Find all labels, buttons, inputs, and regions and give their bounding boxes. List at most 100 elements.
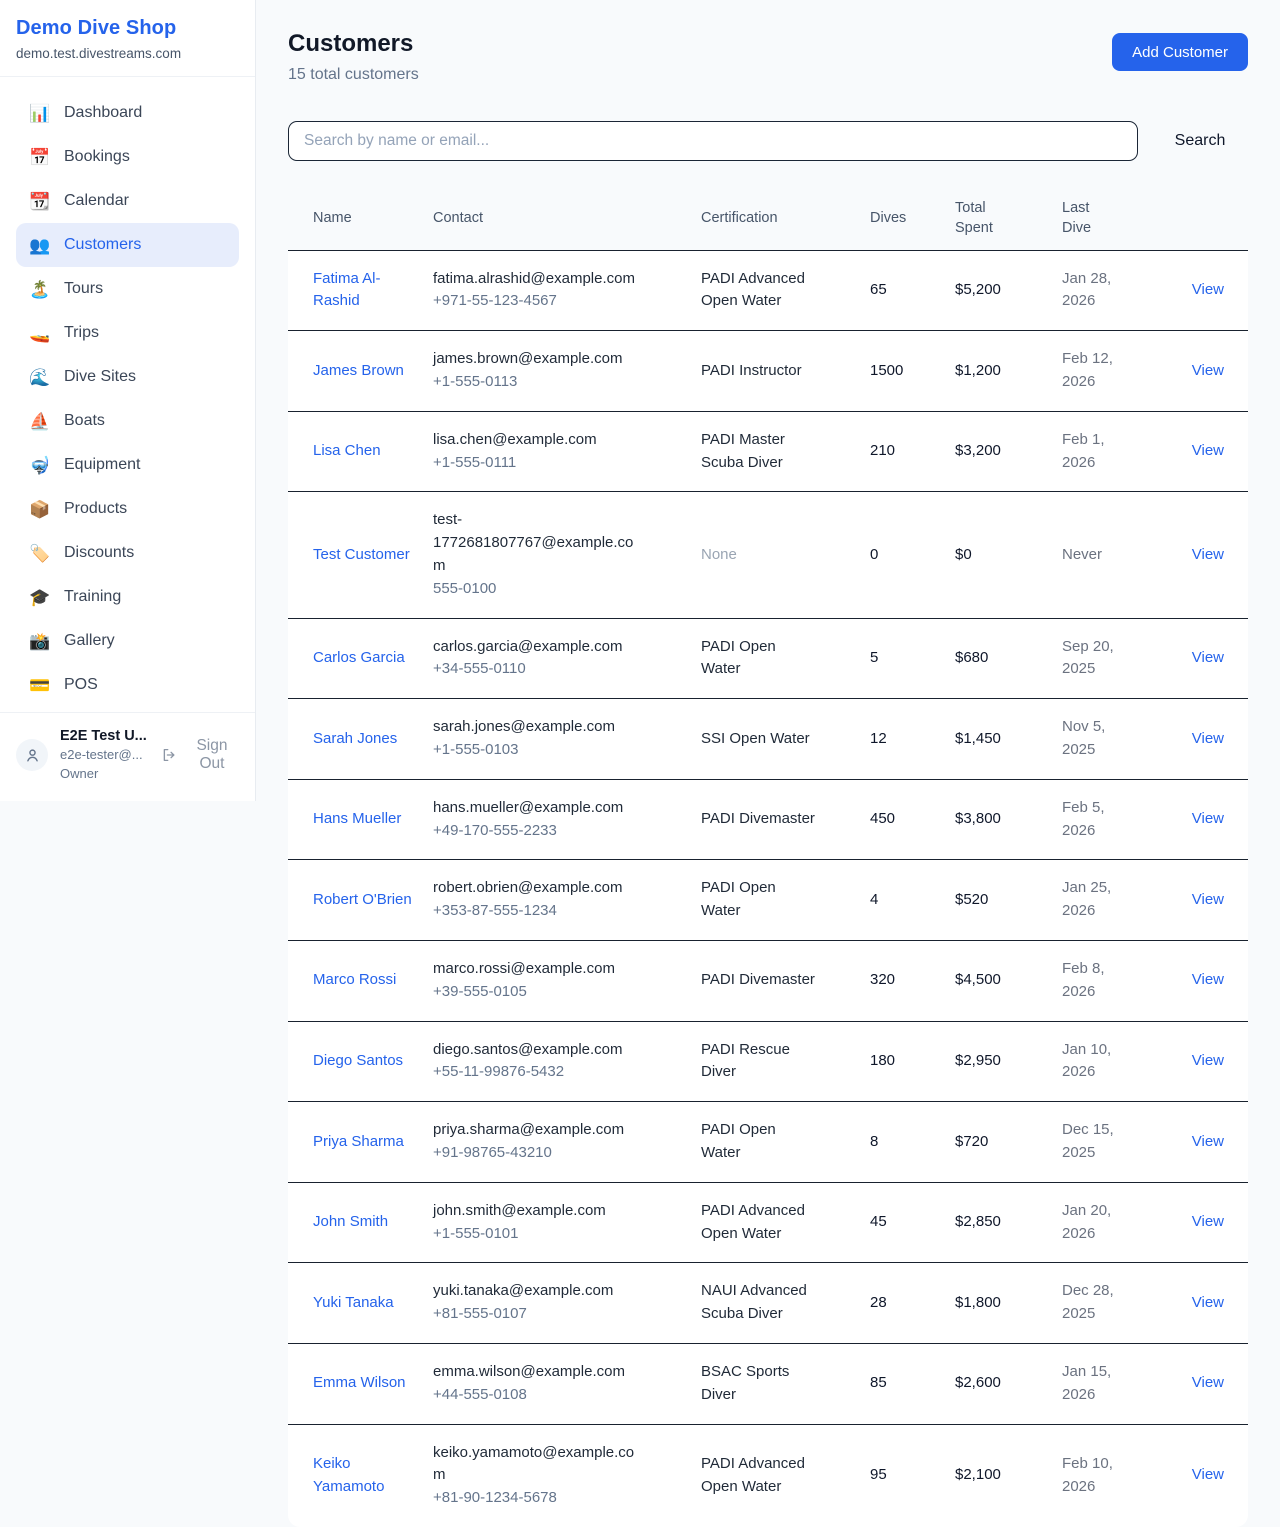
customer-name-link[interactable]: Lisa Chen [313, 440, 381, 463]
customer-name-link[interactable]: Emma Wilson [313, 1372, 406, 1395]
customer-name-link[interactable]: James Brown [313, 360, 404, 383]
sidebar-item-equipment[interactable]: 🤿Equipment [16, 443, 239, 487]
customer-name-link[interactable]: Yuki Tanaka [313, 1292, 394, 1315]
customer-contact: fatima.alrashid@example.com+971-55-123-4… [433, 250, 701, 331]
search-button[interactable]: Search [1152, 132, 1248, 150]
view-customer-link[interactable]: View [1192, 546, 1224, 563]
calendar-icon: 📅 [29, 149, 50, 166]
customer-name-link[interactable]: Test Customer [313, 544, 410, 567]
sidebar-item-calendar[interactable]: 📆Calendar [16, 179, 239, 223]
sidebar-item-label: Trips [64, 324, 99, 342]
customers-table: NameContactCertificationDivesTotal Spent… [288, 187, 1248, 1527]
column-header-contact: Contact [433, 187, 701, 250]
sidebar-item-gallery[interactable]: 📸 Gallery [16, 619, 239, 663]
customer-name-link[interactable]: Hans Mueller [313, 808, 401, 831]
customer-email: priya.sharma@example.com [433, 1119, 624, 1142]
sidebar-item-boats[interactable]: ⛵Boats [16, 399, 239, 443]
customer-total-spent: $4,500 [955, 940, 1062, 1021]
customer-last-dive: Jan 28, 2026 [1062, 250, 1168, 331]
customer-name-link[interactable]: Keiko Yamamoto [313, 1453, 419, 1499]
customer-count: 15 total customers [288, 66, 419, 84]
view-customer-link[interactable]: View [1192, 1466, 1224, 1483]
customer-last-dive: Nov 5, 2025 [1062, 699, 1168, 780]
customer-dives: 210 [870, 411, 955, 492]
customer-name-link[interactable]: John Smith [313, 1211, 388, 1234]
column-header-last-dive: Last Dive [1062, 187, 1168, 250]
sidebar-item-label: Products [64, 500, 127, 518]
customer-email: diego.santos@example.com [433, 1039, 623, 1062]
view-customer-link[interactable]: View [1192, 1213, 1224, 1230]
customer-total-spent: $2,850 [955, 1182, 1062, 1263]
customer-phone: +81-90-1234-5678 [433, 1487, 687, 1510]
customer-phone: +81-555-0107 [433, 1303, 687, 1326]
customer-contact: sarah.jones@example.com+1-555-0103 [433, 699, 701, 780]
customer-name-link[interactable]: Carlos Garcia [313, 647, 405, 670]
view-customer-link[interactable]: View [1192, 362, 1224, 379]
search-input[interactable] [288, 121, 1138, 161]
view-customer-link[interactable]: View [1192, 730, 1224, 747]
sidebar-item-products[interactable]: 📦Products [16, 487, 239, 531]
customer-certification: PADI Master Scuba Diver [701, 411, 870, 492]
column-header-dives: Dives [870, 187, 955, 250]
main-content: Customers 15 total customers Add Custome… [256, 0, 1280, 1527]
sidebar-item-customers[interactable]: 👥Customers [16, 223, 239, 267]
customer-total-spent: $680 [955, 618, 1062, 699]
view-customer-link[interactable]: View [1192, 810, 1224, 827]
sidebar-item-dive-sites[interactable]: 🌊Dive Sites [16, 355, 239, 399]
view-customer-link[interactable]: View [1192, 1052, 1224, 1069]
customer-last-dive: Jan 10, 2026 [1062, 1021, 1168, 1102]
customer-phone: +1-555-0103 [433, 739, 687, 762]
customer-name-link[interactable]: Marco Rossi [313, 969, 396, 992]
table-row: Carlos Garciacarlos.garcia@example.com+3… [288, 618, 1248, 699]
customer-name-link[interactable]: Diego Santos [313, 1050, 403, 1073]
customer-dives: 320 [870, 940, 955, 1021]
sidebar-item-pos[interactable]: 💳POS [16, 663, 239, 707]
customer-total-spent: $2,600 [955, 1343, 1062, 1424]
camera-icon: 📸 [29, 633, 50, 650]
customer-email: keiko.yamamoto@example.com [433, 1442, 645, 1488]
view-customer-link[interactable]: View [1192, 281, 1224, 298]
customer-email: sarah.jones@example.com [433, 716, 615, 739]
sidebar: Demo Dive Shop demo.test.divestreams.com… [0, 0, 256, 801]
customer-phone: +1-555-0113 [433, 371, 687, 394]
sidebar-item-trips[interactable]: 🚤 Trips [16, 311, 239, 355]
customer-dives: 5 [870, 618, 955, 699]
view-customer-link[interactable]: View [1192, 649, 1224, 666]
sidebar-item-discounts[interactable]: 🏷️Discounts [16, 531, 239, 575]
customer-total-spent: $5,200 [955, 250, 1062, 331]
customer-phone: +971-55-123-4567 [433, 290, 687, 313]
table-row: James Brown james.brown@example.com+1-555… [288, 331, 1248, 412]
customer-total-spent: $2,950 [955, 1021, 1062, 1102]
sidebar-item-dashboard[interactable]: 📊Dashboard [16, 91, 239, 135]
sidebar-nav: 📊Dashboard📅Bookings📆Calendar👥Customers🏝️… [0, 77, 255, 712]
view-customer-link[interactable]: View [1192, 442, 1224, 459]
view-customer-link[interactable]: View [1192, 891, 1224, 908]
add-customer-button[interactable]: Add Customer [1112, 33, 1248, 71]
table-row: John Smithjohn.smith@example.com+1-555-0… [288, 1182, 1248, 1263]
customer-email: james.brown@example.com [433, 348, 622, 371]
customer-last-dive: Jan 20, 2026 [1062, 1182, 1168, 1263]
sidebar-item-bookings[interactable]: 📅Bookings [16, 135, 239, 179]
customer-certification: BSAC Sports Diver [701, 1343, 870, 1424]
sign-out-button[interactable]: Sign Out [161, 737, 239, 773]
customer-phone: +49-170-555-2233 [433, 820, 687, 843]
customer-total-spent: $3,200 [955, 411, 1062, 492]
customer-last-dive: Feb 12, 2026 [1062, 331, 1168, 412]
view-customer-link[interactable]: View [1192, 1374, 1224, 1391]
sidebar-item-label: Gallery [64, 632, 115, 650]
sidebar-item-tours[interactable]: 🏝️Tours [16, 267, 239, 311]
view-customer-link[interactable]: View [1192, 1294, 1224, 1311]
sidebar-item-training[interactable]: 🎓Training [16, 575, 239, 619]
speedboat-icon: 🚤 [29, 325, 50, 342]
customer-dives: 4 [870, 860, 955, 941]
customer-name-link[interactable]: Sarah Jones [313, 728, 397, 751]
sidebar-item-label: Customers [64, 236, 141, 254]
user-name: E2E Test U... [60, 727, 149, 745]
sidebar-item-label: Equipment [64, 456, 141, 474]
table-row: Fatima Al-Rashid fatima.alrashid@example.… [288, 250, 1248, 331]
view-customer-link[interactable]: View [1192, 1133, 1224, 1150]
customer-name-link[interactable]: Robert O'Brien [313, 889, 412, 912]
customer-name-link[interactable]: Priya Sharma [313, 1131, 404, 1154]
view-customer-link[interactable]: View [1192, 971, 1224, 988]
customer-name-link[interactable]: Fatima Al-Rashid [313, 268, 419, 314]
